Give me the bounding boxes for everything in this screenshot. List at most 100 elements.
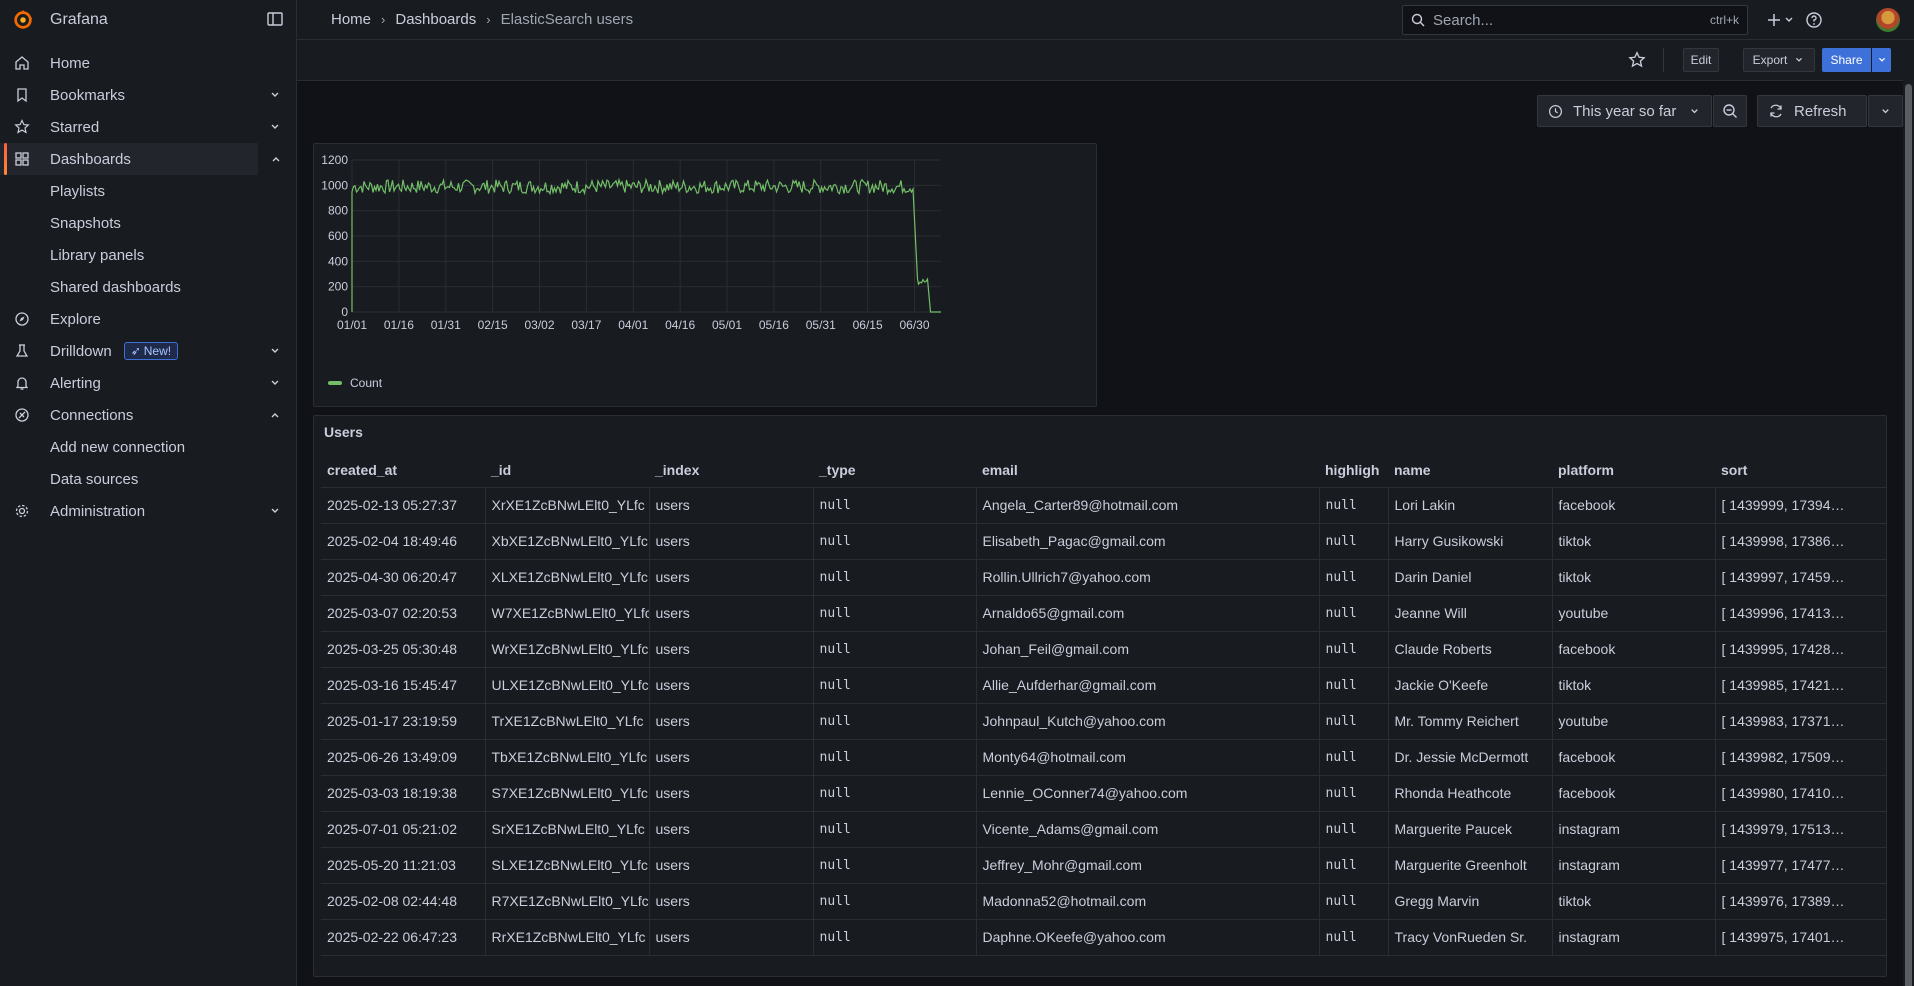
table-row[interactable]: 2025-04-30 06:20:47 XLXE1ZcBNwLElt0_YLfc u… <box>321 559 1886 596</box>
chevron-up-icon[interactable] <box>268 408 282 422</box>
table-row[interactable]: 2025-03-07 02:20:53 W7XE1ZcBNwLElt0_YLfc u… <box>321 595 1886 632</box>
x-tick-label: 03/02 <box>524 318 554 332</box>
x-tick-label: 01/31 <box>431 318 461 332</box>
edit-button[interactable]: Edit <box>1683 48 1719 72</box>
star-icon[interactable] <box>1628 51 1646 69</box>
nav-item-bookmarks[interactable]: Bookmarks <box>0 79 296 111</box>
table-cell-email: Arnaldo65@gmail.com <box>976 595 1320 632</box>
table-row[interactable]: 2025-03-03 18:19:38 S7XE1ZcBNwLElt0_YLfc u… <box>321 775 1886 812</box>
column-header-created-at[interactable]: created_at <box>321 454 485 488</box>
table-cell-email: Elisabeth_Pagac@gmail.com <box>976 523 1320 560</box>
table-cell-platform: youtube <box>1552 595 1716 632</box>
nav-item-starred[interactable]: Starred <box>0 111 296 143</box>
nav-sub-snapshots[interactable]: Snapshots <box>0 207 296 239</box>
share-options-button[interactable] <box>1872 48 1891 72</box>
table-cell-sort: [ 1439999, 17394… <box>1715 487 1886 524</box>
column-header-id[interactable]: _id <box>485 454 649 488</box>
table-cell-sort: [ 1439975, 17401… <box>1715 919 1886 956</box>
table-cell-name: Lori Lakin <box>1388 487 1553 524</box>
nav-item-alerting[interactable]: Alerting <box>0 367 296 399</box>
table-row[interactable]: 2025-03-16 15:45:47 ULXE1ZcBNwLElt0_YLfc u… <box>321 667 1886 704</box>
table-cell-email: Rollin.Ullrich7@yahoo.com <box>976 559 1320 596</box>
chevron-down-icon[interactable] <box>268 504 282 518</box>
breadcrumb-dashboards[interactable]: Dashboards <box>395 11 476 28</box>
add-new-icon[interactable] <box>1767 11 1797 29</box>
nav-item-label: Explore <box>50 310 101 328</box>
breadcrumb: Home › Dashboards › ElasticSearch users <box>331 11 633 28</box>
nav-sub-data-sources[interactable]: Data sources <box>0 463 296 495</box>
chevron-down-icon <box>1691 108 1699 113</box>
chevron-down-icon[interactable] <box>268 120 282 134</box>
column-header-index[interactable]: _index <box>649 454 813 488</box>
table-row[interactable]: 2025-02-04 18:49:46 XbXE1ZcBNwLElt0_YLfc u… <box>321 523 1886 560</box>
nav-menu: Home Bookmarks Starred Dashboards Playli… <box>0 40 296 527</box>
chevron-up-icon[interactable] <box>269 152 283 166</box>
time-range-picker[interactable]: This year so far <box>1537 95 1712 127</box>
table-row[interactable]: 2025-07-01 05:21:02 SrXE1ZcBNwLElt0_YLfc u… <box>321 811 1886 848</box>
refresh-label: Refresh <box>1794 102 1847 120</box>
avatar[interactable] <box>1876 8 1900 32</box>
table-cell-index: users <box>649 811 814 848</box>
table-cell-type: null <box>813 811 977 848</box>
y-tick-label: 400 <box>328 254 348 268</box>
table-cell-id: XbXE1ZcBNwLElt0_YLfc <box>485 523 650 560</box>
table-row[interactable]: 2025-02-08 02:44:48 R7XE1ZcBNwLElt0_YLfc u… <box>321 883 1886 920</box>
table-cell-sort: [ 1439979, 17513… <box>1715 811 1886 848</box>
nav-sub-playlists[interactable]: Playlists <box>0 175 296 207</box>
nav-item-administration[interactable]: Administration <box>0 495 296 527</box>
dock-menu-icon[interactable] <box>266 10 284 28</box>
refresh-button[interactable]: Refresh <box>1757 95 1867 127</box>
scrollbar-thumb[interactable] <box>1905 84 1912 986</box>
table-row[interactable]: 2025-02-22 06:47:23 RrXE1ZcBNwLElt0_YLfc u… <box>321 919 1886 956</box>
column-header-type[interactable]: _type <box>813 454 976 488</box>
table-row[interactable]: 2025-05-20 11:21:03 SLXE1ZcBNwLElt0_YLfc u… <box>321 847 1886 884</box>
breadcrumb-home[interactable]: Home <box>331 11 371 28</box>
nav-item-dashboards[interactable]: Dashboards <box>0 143 280 175</box>
x-tick-label: 01/16 <box>384 318 414 332</box>
breadcrumb-separator-icon: › <box>381 12 386 27</box>
count-time-series-chart[interactable]: 0 200 400 600 800 1000 1200 01/01 01/16 01/31 02/1… <box>314 144 1098 408</box>
nav-item-label: Home <box>50 54 91 72</box>
help-icon[interactable] <box>1805 11 1823 29</box>
grafana-logo-icon[interactable] <box>12 9 34 31</box>
table-row[interactable]: 2025-01-17 23:19:59 TrXE1ZcBNwLElt0_YLfc u… <box>321 703 1886 740</box>
scrollbar[interactable] <box>1903 40 1914 986</box>
table-row[interactable]: 2025-06-26 13:49:09 TbXE1ZcBNwLElt0_YLfc u… <box>321 739 1886 776</box>
column-header-email[interactable]: email <box>976 454 1319 488</box>
table-row[interactable]: 2025-03-25 05:30:48 WrXE1ZcBNwLElt0_YLfc u… <box>321 631 1886 668</box>
chevron-down-icon <box>1878 57 1885 62</box>
count-chart-panel: 0 200 400 600 800 1000 1200 01/01 01/16 01/31 02/1… <box>313 143 1097 407</box>
column-header-highligh[interactable]: highligh <box>1319 454 1388 488</box>
series-line-count[interactable] <box>351 177 941 313</box>
column-header-name[interactable]: name <box>1388 454 1552 488</box>
chevron-down-icon[interactable] <box>268 376 282 390</box>
panel-title: Users <box>324 424 363 440</box>
chevron-down-icon[interactable] <box>268 88 282 102</box>
table-cell-created-at: 2025-05-20 11:21:03 <box>321 847 486 884</box>
nav-sub-add-new-connection[interactable]: Add new connection <box>0 431 296 463</box>
column-header-sort[interactable]: sort <box>1715 454 1886 488</box>
table-row[interactable]: 2025-02-13 05:27:37 XrXE1ZcBNwLElt0_YLfc u… <box>321 487 1886 524</box>
refresh-interval-picker[interactable] <box>1868 95 1903 127</box>
top-bar: Home › Dashboards › ElasticSearch users … <box>297 0 1914 40</box>
apps-icon <box>14 151 30 167</box>
nav-item-connections[interactable]: Connections <box>0 399 296 431</box>
nav-sub-library-panels[interactable]: Library panels <box>0 239 296 271</box>
gear-icon <box>14 503 30 519</box>
column-header-platform[interactable]: platform <box>1552 454 1715 488</box>
toolbar-divider <box>1663 48 1664 72</box>
legend-label-count[interactable]: Count <box>350 376 382 390</box>
nav-item-label: Administration <box>50 502 146 520</box>
export-button[interactable]: Export <box>1743 48 1815 72</box>
y-tick-label: 0 <box>341 305 348 319</box>
nav-item-home[interactable]: Home <box>0 47 296 79</box>
nav-item-explore[interactable]: Explore <box>0 303 296 335</box>
nav-item-drilldown[interactable]: Drilldown ➶ New! <box>0 335 296 367</box>
zoom-out-button[interactable] <box>1713 95 1747 127</box>
x-tick-label: 03/17 <box>571 318 601 332</box>
chevron-down-icon[interactable] <box>268 344 282 358</box>
nav-sub-shared-dashboards[interactable]: Shared dashboards <box>0 271 296 303</box>
search-input[interactable]: Search... ctrl+k <box>1402 5 1748 35</box>
table-cell-type: null <box>813 703 977 740</box>
share-button[interactable]: Share <box>1822 48 1871 72</box>
